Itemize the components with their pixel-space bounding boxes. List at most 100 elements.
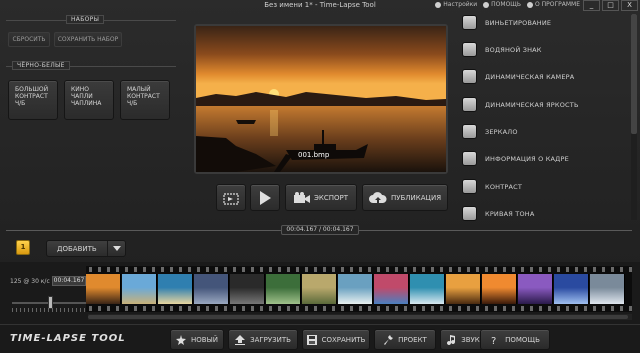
play-icon [260, 190, 271, 205]
effect-checkbox[interactable] [462, 97, 477, 112]
effects-scroll-thumb[interactable] [631, 14, 637, 134]
effect-label: ВИНЬЕТИРОВАНИЕ [485, 18, 552, 27]
effect-label: КОНТРАСТ [485, 182, 523, 191]
film-frame-thumbnail[interactable] [194, 274, 229, 304]
effect-label: КРИВАЯ ТОНА [485, 209, 535, 218]
export-button[interactable]: ЭКСПОРТ [285, 184, 357, 211]
timeline-scrollbar[interactable] [88, 314, 632, 320]
track-number-badge[interactable]: 1 [16, 240, 30, 255]
cloud-upload-icon [368, 191, 387, 203]
film-frame-thumbnail[interactable] [446, 274, 481, 304]
film-frame-thumbnail[interactable] [266, 274, 301, 304]
film-frame-thumbnail[interactable] [338, 274, 373, 304]
film-frame-thumbnail[interactable] [230, 274, 265, 304]
minimize-button[interactable]: _ [583, 0, 600, 11]
effect-checkbox[interactable] [462, 151, 477, 166]
effects-scrollbar[interactable] [631, 14, 637, 220]
timeline-scroll-thumb[interactable] [88, 315, 628, 319]
question-icon: ? [491, 336, 496, 345]
timeline-settings: 125 @ 30 к/с 00:04.167 [6, 270, 86, 318]
maximize-button[interactable]: □ [602, 0, 619, 11]
filmstrip[interactable] [86, 266, 632, 312]
preset-chaplin-film[interactable]: КИНО ЧАПЛИ ЧАПЛИНА [64, 80, 114, 120]
save-button[interactable]: СОХРАНИТЬ [302, 329, 370, 350]
save-preset-button[interactable]: СОХРАНИТЬ НАБОР [54, 32, 122, 47]
film-frame-thumbnail[interactable] [590, 274, 625, 304]
add-dropdown-button[interactable]: ДОБАВИТЬ [46, 240, 126, 257]
effect-checkbox[interactable] [462, 206, 477, 221]
effect-mirror[interactable]: ЗЕРКАЛО [462, 124, 518, 139]
fps-label: 125 @ 30 к/с [10, 278, 50, 285]
time-display: 00:04.167 / 00:04.167 [281, 225, 359, 235]
effect-watermark[interactable]: ВОДЯНОЙ ЗНАК [462, 42, 542, 57]
footer-toolbar: TIME-LAPSE TOOL НОВЫЙ ЗАГРУЗИТЬ СОХРАНИТ… [0, 324, 640, 353]
preset-low-contrast-bw[interactable]: МАЛЫЙ КОНТРАСТ Ч/Б [120, 80, 170, 120]
effect-checkbox[interactable] [462, 124, 477, 139]
duration-field[interactable]: 00:04.167 [52, 276, 86, 286]
effect-contrast[interactable]: КОНТРАСТ [462, 179, 522, 194]
help-link[interactable]: ПОМОЩЬ [483, 1, 521, 8]
effect-checkbox[interactable] [462, 42, 477, 57]
effect-label: ВОДЯНОЙ ЗНАК [485, 45, 542, 54]
effect-checkbox[interactable] [462, 15, 477, 30]
video-camera-icon [293, 191, 310, 203]
film-frame-thumbnail[interactable] [518, 274, 553, 304]
new-button[interactable]: НОВЫЙ [170, 329, 224, 350]
project-button[interactable]: ПРОЕКТ [374, 329, 436, 350]
effect-label: ДИНАМИЧЕСКАЯ КАМЕРА [485, 72, 575, 81]
bw-section-label: ЧЁРНО-БЕЛЫЕ [12, 61, 70, 70]
film-perforation-top [86, 267, 632, 272]
film-frame-thumbnail[interactable] [122, 274, 157, 304]
film-frame-thumbnail[interactable] [554, 274, 589, 304]
app-window: Без имени 1* - Time-Lapse Tool Настройки… [0, 0, 640, 353]
film-frame-thumbnail[interactable] [410, 274, 445, 304]
about-link[interactable]: О ПРОГРАММЕ [526, 1, 580, 8]
preset-high-contrast-bw[interactable]: БОЛЬШОЙ КОНТРАСТ Ч/Б [8, 80, 58, 120]
effect-tone-curve[interactable]: КРИВАЯ ТОНА [462, 206, 535, 221]
effect-vignette[interactable]: ВИНЬЕТИРОВАНИЕ [462, 15, 551, 30]
help-button[interactable]: ? ПОМОЩЬ [480, 329, 550, 350]
window-controls: _ □ X [583, 0, 638, 11]
close-button[interactable]: X [621, 0, 638, 11]
film-perforation-bottom [86, 306, 632, 311]
publish-button[interactable]: ПУБЛИКАЦИЯ [362, 184, 448, 211]
star-icon [176, 334, 186, 345]
music-note-icon [447, 334, 456, 345]
gear-icon [435, 1, 442, 8]
publish-label: ПУБЛИКАЦИЯ [390, 193, 442, 202]
effect-label: ДИНАМИЧЕСКАЯ ЯРКОСТЬ [485, 100, 579, 109]
info-icon [526, 1, 533, 8]
floppy-icon [306, 334, 317, 345]
effect-label: ЗЕРКАЛО [485, 127, 518, 136]
effect-checkbox[interactable] [462, 179, 477, 194]
chevron-down-icon[interactable] [107, 241, 125, 256]
presets-section-label: НАБОРЫ [66, 15, 105, 24]
film-frame-thumbnail[interactable] [374, 274, 409, 304]
wrench-icon [384, 334, 394, 345]
preview-filename: 001.bmp [298, 151, 330, 159]
reset-button[interactable]: СБРОСИТЬ [8, 32, 50, 47]
load-button[interactable]: ЗАГРУЗИТЬ [228, 329, 298, 350]
zoom-slider-ticks [12, 308, 86, 312]
brand-logo: TIME-LAPSE TOOL [10, 333, 126, 344]
frame-view-button[interactable] [216, 184, 246, 211]
export-label: ЭКСПОРТ [313, 193, 348, 202]
effect-dynamic-brightness[interactable]: ДИНАМИЧЕСКАЯ ЯРКОСТЬ [462, 97, 579, 112]
film-frame-thumbnail[interactable] [86, 274, 121, 304]
upload-icon [235, 334, 246, 345]
add-label: ДОБАВИТЬ [57, 244, 97, 253]
frame-icon [223, 192, 239, 205]
title-bar: Без имени 1* - Time-Lapse Tool Настройки… [0, 0, 640, 13]
play-button[interactable] [250, 184, 280, 211]
film-frame-thumbnail[interactable] [482, 274, 517, 304]
effect-dynamic-camera[interactable]: ДИНАМИЧЕСКАЯ КАМЕРА [462, 69, 574, 84]
effect-checkbox[interactable] [462, 69, 477, 84]
effect-label: ИНФОРМАЦИЯ О КАДРЕ [485, 154, 569, 163]
top-links: Настройки ПОМОЩЬ О ПРОГРАММЕ [435, 1, 580, 8]
svg-text:?: ? [491, 336, 496, 345]
question-icon [483, 1, 490, 8]
settings-link[interactable]: Настройки [435, 1, 477, 8]
film-frame-thumbnail[interactable] [302, 274, 337, 304]
film-frame-thumbnail[interactable] [158, 274, 193, 304]
effect-frame-info[interactable]: ИНФОРМАЦИЯ О КАДРЕ [462, 151, 569, 166]
